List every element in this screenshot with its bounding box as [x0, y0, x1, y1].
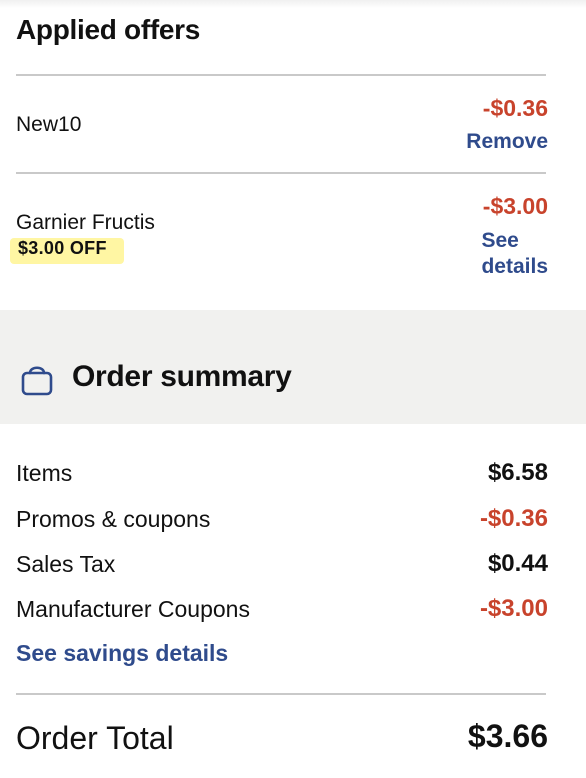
see-details-line2: details	[481, 255, 548, 278]
summary-row-value: -$0.36	[479, 505, 548, 532]
remove-offer-button[interactable]: Remove	[466, 129, 548, 155]
order-total-label: Order Total	[16, 720, 174, 756]
applied-offers-title: Applied offers	[16, 14, 201, 45]
offer-discount-amount: -$0.36	[482, 95, 548, 121]
checkout-panel: Applied offers New10 -$0.36 Remove Garni…	[0, 0, 586, 778]
offer-name: New10	[16, 113, 82, 136]
summary-row-label: Sales Tax	[16, 551, 116, 577]
offer-name: Garnier Fructis	[16, 211, 155, 234]
top-shadow	[0, 0, 586, 8]
divider	[16, 693, 546, 695]
see-savings-details-link[interactable]: See savings details	[16, 640, 228, 667]
see-details-link[interactable]: See details	[481, 228, 548, 280]
summary-row-value: -$3.00	[479, 595, 548, 622]
order-total-value: $3.66	[467, 718, 548, 754]
summary-row-label: Items	[16, 460, 73, 486]
order-summary-title: Order summary	[72, 360, 292, 393]
shopping-bag-icon	[21, 366, 53, 396]
summary-row-value: $0.44	[487, 550, 548, 577]
summary-row-label: Promos & coupons	[16, 506, 211, 532]
divider	[16, 172, 546, 174]
offer-discount-amount: -$3.00	[482, 193, 548, 219]
summary-row-value: $6.58	[487, 459, 548, 486]
summary-row-label: Manufacturer Coupons	[16, 596, 250, 622]
divider	[16, 74, 546, 76]
offer-tag: $3.00 OFF	[18, 238, 107, 258]
see-details-line1: See	[481, 229, 519, 252]
